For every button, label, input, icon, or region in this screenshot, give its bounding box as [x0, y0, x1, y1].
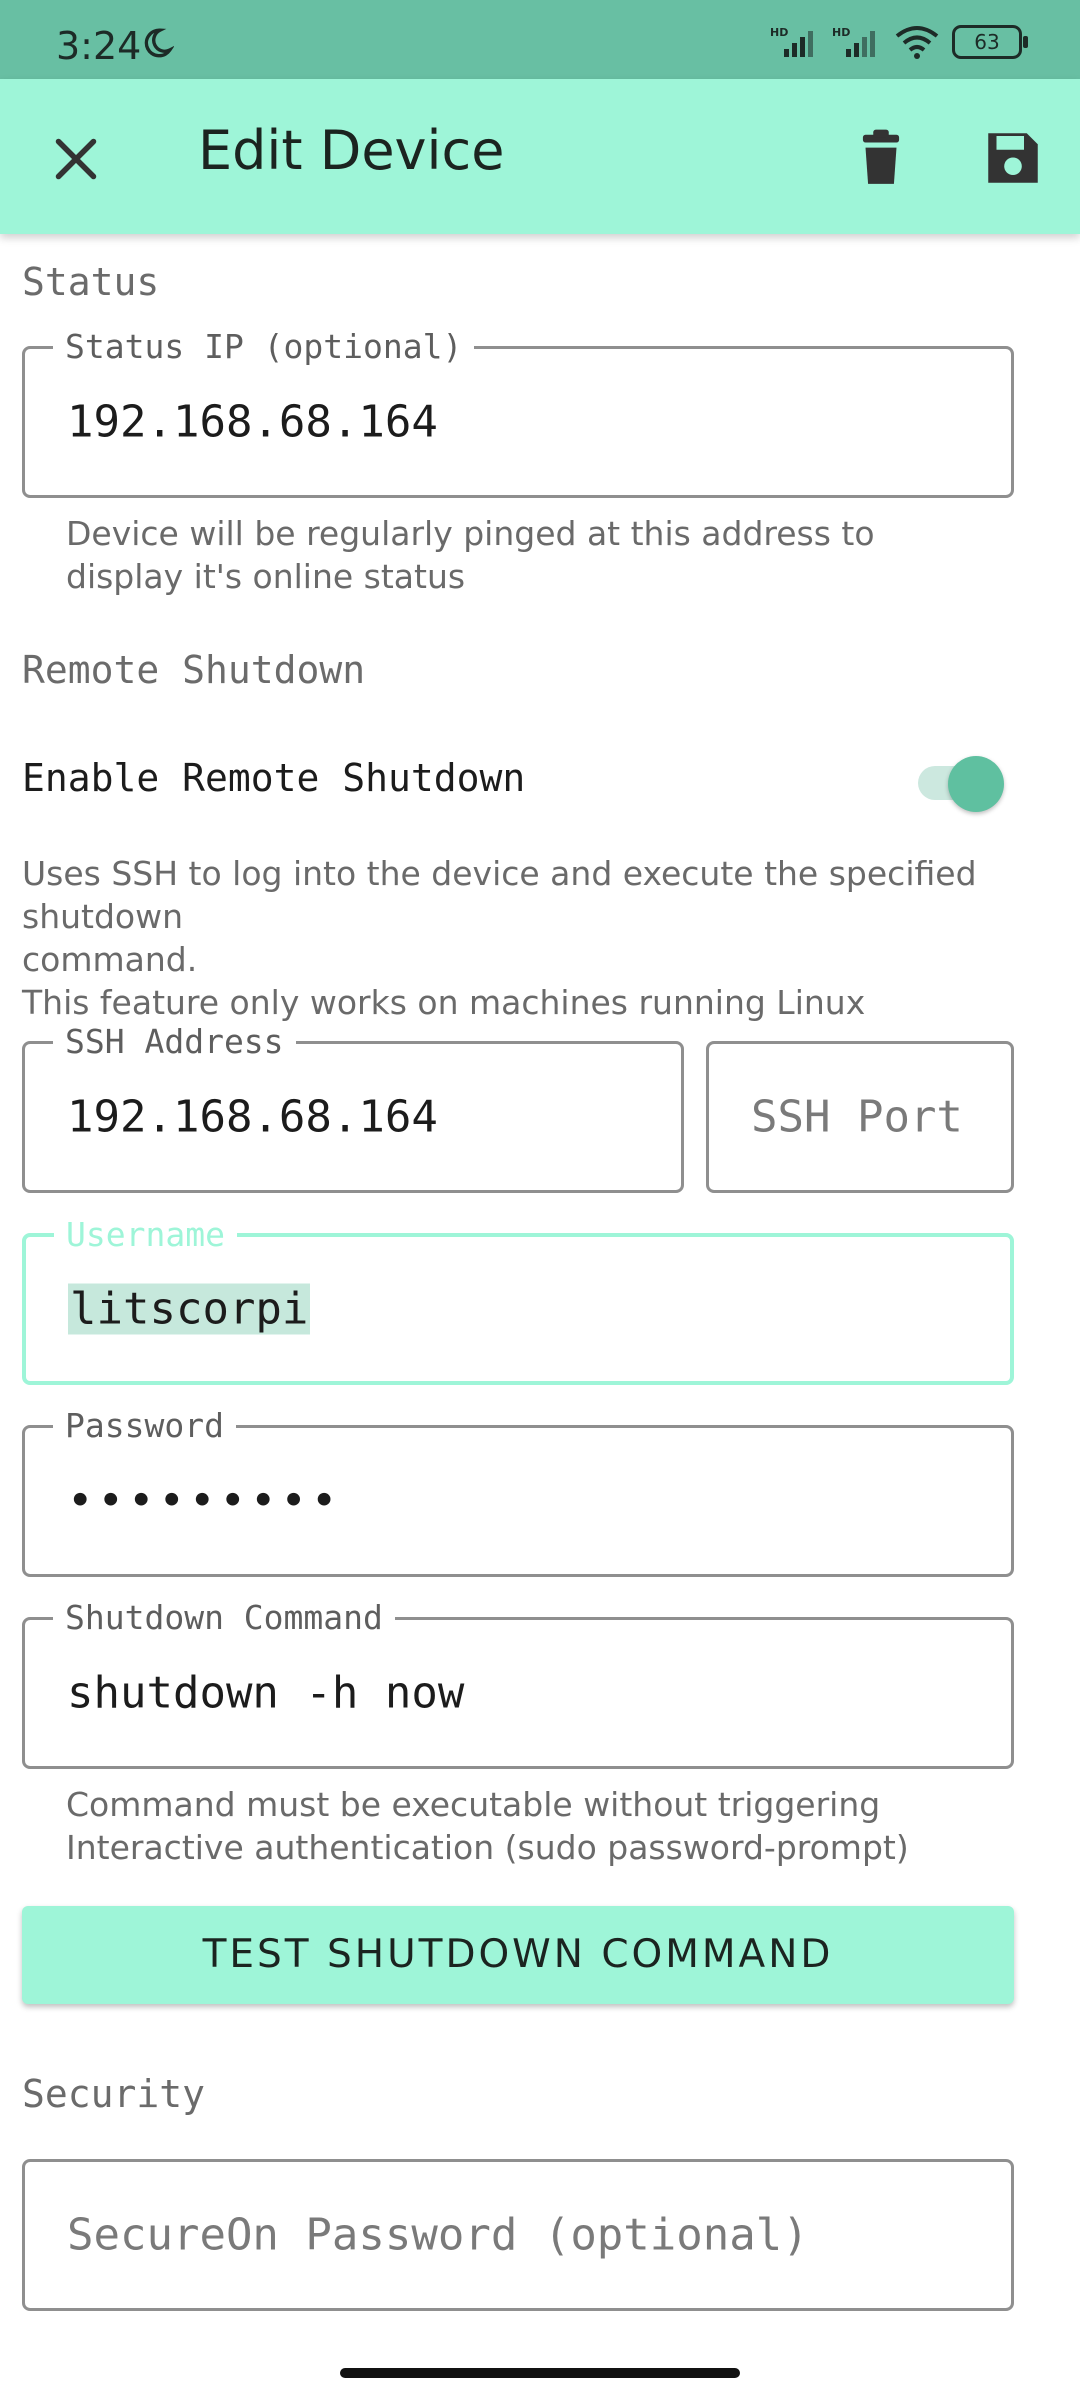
secureon-password-placeholder: SecureOn Password (optional)	[67, 2209, 809, 2261]
password-value: •••••••••	[67, 1475, 342, 1527]
do-not-disturb-moon-icon	[144, 28, 174, 58]
svg-text:HD: HD	[770, 26, 788, 39]
shutdown-command-label: Shutdown Command	[53, 1598, 395, 1638]
shutdown-command-field[interactable]: Shutdown Command shutdown -h now	[22, 1598, 1014, 1769]
password-field[interactable]: Password •••••••••	[22, 1406, 1014, 1577]
ssh-port-placeholder: SSH Port	[751, 1091, 963, 1143]
username-value: litscorpi	[68, 1283, 311, 1335]
delete-trash-icon[interactable]	[850, 127, 912, 189]
username-selected-text: litscorpi	[68, 1283, 311, 1335]
page-title: Edit Device	[198, 119, 505, 182]
status-ip-field[interactable]: Status IP (optional) 192.168.68.164	[22, 327, 1014, 498]
app-bar: Edit Device	[0, 79, 1080, 234]
section-header-security: Security	[22, 2072, 206, 2116]
section-header-remote-shutdown: Remote Shutdown	[22, 648, 366, 692]
status-ip-value: 192.168.68.164	[67, 396, 438, 448]
shutdown-command-helper: Command must be executable without trigg…	[66, 1785, 909, 1867]
signal-hd-icon: HD	[770, 26, 813, 57]
status-bar: 3:24 HD HD 63	[0, 0, 1080, 79]
username-field[interactable]: Username litscorpi	[22, 1215, 1014, 1385]
ssh-port-field[interactable]: SSH Port	[706, 1041, 1014, 1193]
status-ip-helper: Device will be regularly pinged at this …	[66, 514, 875, 596]
password-label: Password	[53, 1406, 236, 1446]
section-header-status: Status	[22, 260, 160, 304]
test-shutdown-command-button[interactable]: TEST SHUTDOWN COMMAND	[22, 1906, 1014, 2004]
save-icon[interactable]	[980, 125, 1046, 191]
signal-hd-icon-2: HD	[832, 26, 875, 57]
switch-thumb[interactable]	[948, 756, 1004, 812]
wifi-icon	[895, 26, 939, 59]
battery-icon: 63	[952, 25, 1028, 59]
username-label: Username	[54, 1215, 237, 1255]
secureon-password-field[interactable]: SecureOn Password (optional)	[22, 2159, 1014, 2311]
home-indicator[interactable]	[340, 2368, 740, 2378]
shutdown-command-value: shutdown -h now	[67, 1667, 465, 1719]
ssh-address-field[interactable]: SSH Address 192.168.68.164	[22, 1022, 684, 1193]
clock: 3:24	[56, 24, 142, 68]
status-ip-label: Status IP (optional)	[53, 327, 475, 367]
ssh-address-value: 192.168.68.164	[67, 1091, 438, 1143]
ssh-address-label: SSH Address	[53, 1022, 296, 1062]
close-icon[interactable]	[46, 129, 106, 189]
enable-remote-shutdown-label: Enable Remote Shutdown	[22, 756, 526, 800]
remote-shutdown-description: Uses SSH to log into the device and exec…	[22, 854, 977, 1022]
svg-text:HD: HD	[832, 26, 850, 39]
